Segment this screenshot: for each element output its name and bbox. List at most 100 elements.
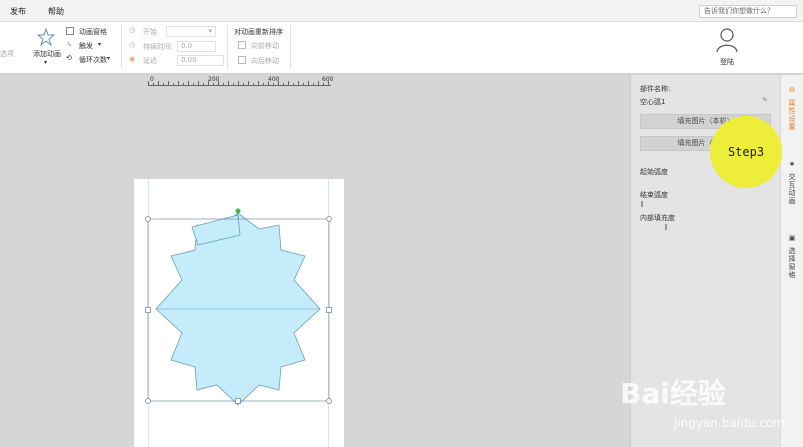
tab-properties[interactable]: 属性设置 [785, 99, 799, 131]
ruler-tick [233, 83, 234, 85]
start-label: 开始 [143, 28, 157, 36]
start-select[interactable]: ▾ [166, 26, 216, 37]
ruler-tick [268, 81, 269, 85]
lightning-icon: ϟ [67, 41, 72, 49]
resize-handle[interactable] [326, 216, 332, 222]
end-arc-slider[interactable] [641, 201, 643, 207]
tab-selection-pane[interactable]: 选择窗格 [785, 247, 799, 279]
ruler-tick [318, 81, 319, 85]
animation-pane-icon [66, 27, 74, 35]
component-name-label: 部件名称: [640, 85, 671, 93]
tell-me-search-input[interactable]: 告诉我们你想做什么？ [699, 5, 797, 18]
menu-bar: 发布 帮助 告诉我们你想做什么？ [0, 0, 803, 22]
delay-input[interactable]: 0.00 [177, 55, 224, 66]
ruler-tick [283, 83, 284, 85]
ruler-label: 0 [150, 76, 154, 83]
component-name-value[interactable]: 空心弧1 [640, 97, 665, 107]
animation-pane-button[interactable]: 动画窗格 [79, 27, 107, 37]
horizontal-ruler: 0 200 400 600 [148, 76, 333, 86]
ruler-tick [298, 81, 299, 85]
reorder-heading: 对动画重新排序 [234, 28, 283, 36]
resize-handle[interactable] [145, 398, 151, 404]
gear-icon: ⚙ [788, 86, 796, 94]
clock-icon: ◷ [129, 26, 136, 34]
ruler-tick [203, 83, 204, 85]
ruler-tick [163, 83, 164, 85]
move-earlier-icon [238, 41, 246, 49]
ruler-tick [243, 83, 244, 85]
ruler-tick [288, 81, 289, 85]
chevron-down-icon[interactable]: ▾ [107, 55, 110, 62]
ruler-tick [213, 83, 214, 85]
duration-icon: ◷ [129, 41, 136, 49]
ruler-tick [293, 83, 294, 85]
ruler-tick [263, 83, 264, 85]
loop-icon: ⟲ [66, 54, 72, 62]
delay-label: 延迟 [143, 57, 157, 65]
menu-publish[interactable]: 发布 [10, 6, 26, 17]
star-icon [37, 28, 55, 46]
ruler-tick [273, 83, 274, 85]
ruler-tick [303, 83, 304, 85]
edit-icon[interactable]: ✎ [762, 96, 768, 104]
tab-interactive-animation[interactable]: 交互动画 [785, 173, 799, 205]
shape-layer [145, 208, 332, 406]
step-badge: Step3 [710, 116, 782, 188]
ruler-tick [153, 83, 154, 85]
slide-canvas[interactable] [134, 179, 344, 447]
options-button-label[interactable]: 选项 [0, 49, 14, 59]
ruler-tick [328, 81, 329, 85]
ruler-tick [158, 81, 159, 85]
chevron-down-icon[interactable]: ▾ [44, 59, 47, 66]
move-later-icon [238, 56, 246, 64]
ruler-tick [223, 83, 224, 85]
ruler-tick [208, 81, 209, 85]
duration-input[interactable]: 0.0 [177, 41, 216, 52]
ribbon-separator [121, 25, 122, 69]
ruler-tick [198, 81, 199, 85]
duration-label: 持续时间 [143, 43, 171, 51]
resize-handle[interactable] [145, 216, 151, 222]
ruler-tick [178, 81, 179, 85]
ruler-tick [168, 81, 169, 85]
chevron-down-icon: ▾ [208, 27, 212, 35]
rotate-handle[interactable] [235, 208, 241, 214]
ruler-tick [258, 81, 259, 85]
star-icon: ★ [788, 160, 796, 168]
move-later-button[interactable]: 向后移动 [251, 56, 279, 66]
ribbon-toolbar: 选项 添加动画 ▾ 动画窗格 ϟ 触发 ▾ ⟲ 循环次数 ▾ ◷ 开始 ▾ ◷ … [0, 22, 803, 74]
ruler-tick [183, 83, 184, 85]
watermark-url: jingyan.baidu.com [674, 416, 785, 430]
ruler-tick [253, 83, 254, 85]
delay-icon: ◉ [129, 55, 136, 63]
ruler-tick [323, 83, 324, 85]
menu-help[interactable]: 帮助 [48, 6, 64, 17]
ribbon-separator [227, 25, 228, 69]
baidu-watermark: Bai经验 jingyan.baidu.com [620, 372, 800, 444]
move-earlier-button[interactable]: 向前移动 [251, 41, 279, 51]
chevron-down-icon[interactable]: ▾ [98, 41, 101, 48]
ruler-tick [148, 81, 149, 85]
resize-handle[interactable] [326, 307, 332, 313]
ruler-tick [313, 83, 314, 85]
start-arc-label: 起始弧度 [640, 168, 668, 176]
workspace: 0 200 400 600 [0, 75, 630, 447]
layers-icon: ▣ [788, 234, 796, 242]
inner-fill-slider[interactable] [665, 224, 667, 230]
end-arc-label: 结束弧度 [640, 191, 668, 199]
resize-handle[interactable] [235, 398, 241, 404]
ruler-tick [248, 81, 249, 85]
resize-handle[interactable] [145, 307, 151, 313]
ruler-tick [218, 81, 219, 85]
resize-handle[interactable] [326, 398, 332, 404]
ruler-tick [228, 81, 229, 85]
login-button[interactable]: 登陆 [720, 57, 734, 67]
loop-count-button[interactable]: 循环次数 [79, 55, 107, 65]
watermark-brand: Bai经验 [620, 377, 726, 410]
user-icon[interactable] [716, 27, 738, 53]
add-animation-button[interactable]: 添加动画 [33, 49, 61, 59]
ribbon-separator [290, 25, 291, 69]
trigger-button[interactable]: 触发 [79, 41, 93, 51]
ruler-tick [238, 81, 239, 85]
ruler-tick [193, 83, 194, 85]
